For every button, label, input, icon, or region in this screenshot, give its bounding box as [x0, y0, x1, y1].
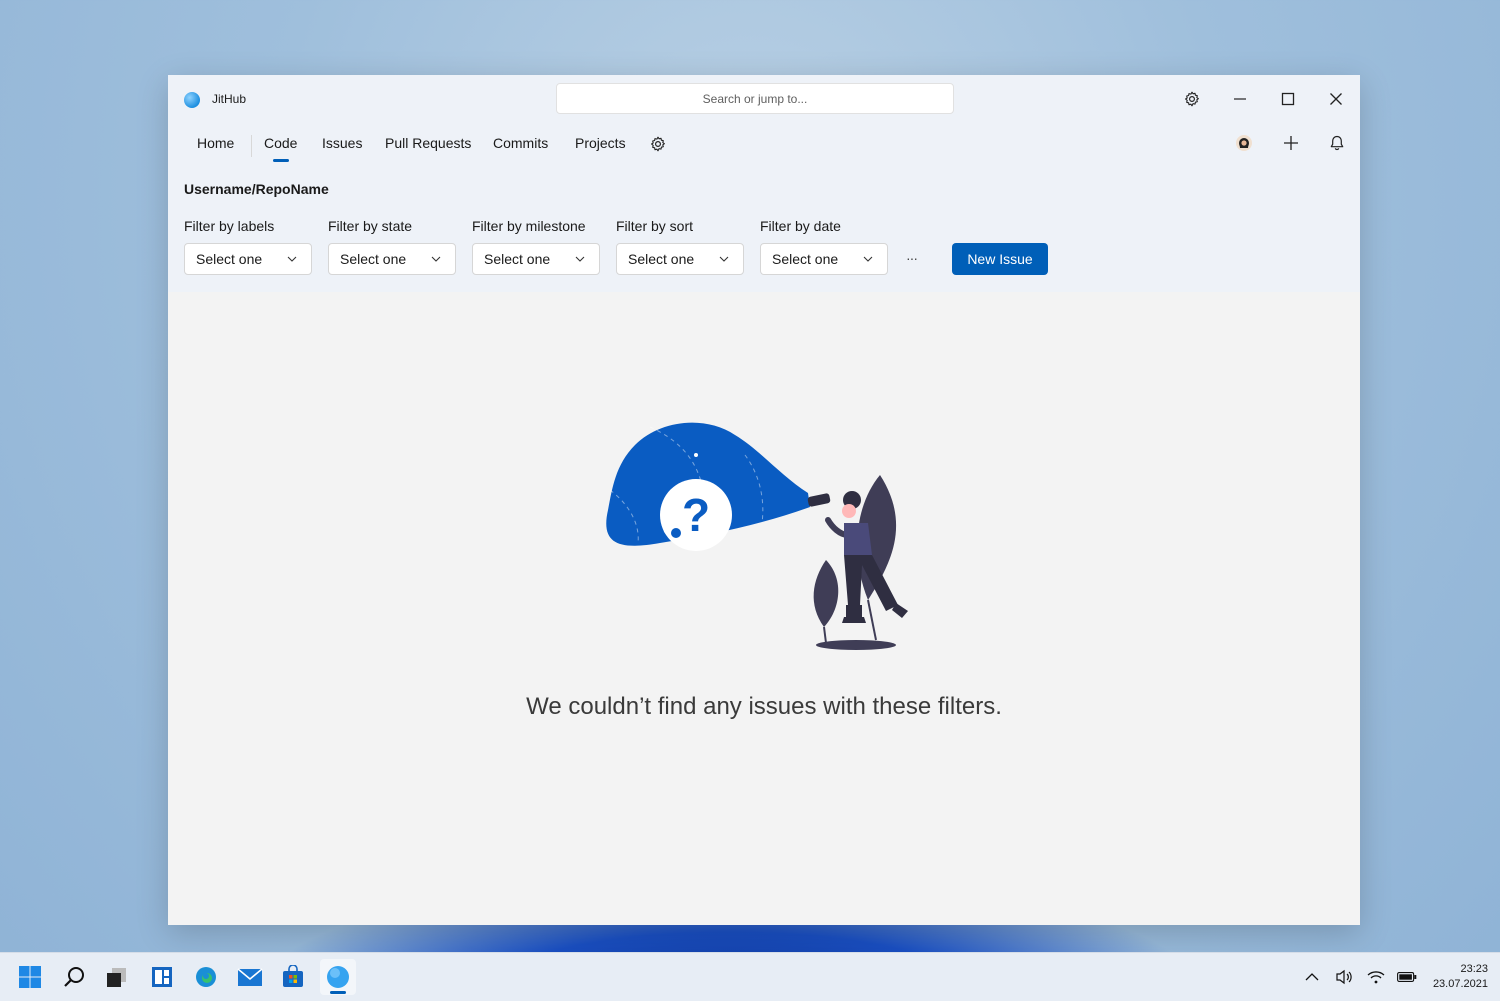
- clock[interactable]: 23:23 23.07.2021: [1433, 962, 1488, 992]
- filter-sort-label: Filter by sort: [616, 218, 694, 234]
- repo-name: Username/RepoName: [184, 181, 329, 197]
- clock-date: 23.07.2021: [1432, 978, 1488, 990]
- filter-state-dropdown[interactable]: Select one: [328, 243, 456, 275]
- filter-labels-label: Filter by labels: [184, 218, 275, 234]
- svg-text:?: ?: [682, 489, 710, 541]
- chevron-down-icon: [431, 256, 441, 262]
- settings-gear-icon[interactable]: [1180, 87, 1204, 111]
- windows-start-icon[interactable]: [14, 961, 46, 993]
- tab-issues[interactable]: Issues: [322, 131, 362, 163]
- search-input[interactable]: Search or jump to...: [556, 83, 954, 114]
- edge-icon[interactable]: [190, 961, 222, 993]
- search-icon[interactable]: [58, 961, 90, 993]
- title-bar: JitHub Search or jump to...: [168, 75, 1360, 123]
- filter-labels-dropdown[interactable]: Select one: [184, 243, 312, 275]
- filter-date-label: Filter by date: [760, 218, 841, 234]
- tab-label: Projects: [575, 135, 626, 151]
- chevron-down-icon: [863, 256, 873, 262]
- tab-commits[interactable]: Commits: [493, 131, 548, 163]
- chevron-down-icon: [287, 256, 297, 262]
- taskbar: 23:23 23.07.2021: [0, 952, 1500, 1001]
- tab-label: Home: [197, 135, 235, 151]
- tab-home[interactable]: Home: [197, 131, 234, 163]
- tab-code[interactable]: Code: [264, 131, 297, 163]
- store-icon[interactable]: [277, 961, 309, 993]
- app-title: JitHub: [212, 92, 247, 106]
- mail-icon[interactable]: [234, 961, 266, 993]
- notification-bell-icon[interactable]: [1325, 131, 1349, 155]
- tab-projects[interactable]: Projects: [575, 131, 626, 163]
- minimize-icon[interactable]: [1228, 87, 1252, 111]
- dropdown-value: Select one: [340, 251, 407, 267]
- filter-milestone-label: Filter by milestone: [472, 218, 586, 234]
- filter-milestone-dropdown[interactable]: Select one: [472, 243, 600, 275]
- clock-time: 23:23: [1460, 963, 1488, 975]
- search-placeholder: Search or jump to...: [702, 91, 808, 106]
- tab-label: Commits: [493, 135, 549, 151]
- tab-pull-requests[interactable]: Pull Requests: [385, 131, 471, 163]
- chevron-down-icon: [719, 256, 729, 262]
- filter-date-dropdown[interactable]: Select one: [760, 243, 888, 275]
- filter-sort-dropdown[interactable]: Select one: [616, 243, 744, 275]
- battery-icon[interactable]: [1393, 961, 1421, 993]
- widgets-icon[interactable]: [146, 961, 178, 993]
- nav-separator: [251, 135, 252, 157]
- jithub-icon[interactable]: [320, 959, 356, 995]
- tab-label: Issues: [322, 135, 363, 151]
- chevron-up-icon[interactable]: [1298, 961, 1326, 993]
- repo-settings-gear-icon[interactable]: [650, 135, 666, 167]
- app-logo-icon: [184, 92, 200, 108]
- add-plus-icon[interactable]: [1279, 131, 1303, 155]
- maximize-icon[interactable]: [1276, 87, 1300, 111]
- empty-state-illustration: ?: [606, 422, 908, 650]
- active-tab-indicator: [272, 159, 289, 162]
- app-window: JitHub Search or jump to... Home Code Is…: [168, 75, 1360, 925]
- active-app-indicator: [330, 991, 346, 994]
- dropdown-value: Select one: [484, 251, 551, 267]
- avatar[interactable]: [1232, 131, 1256, 155]
- tab-label: Pull Requests: [385, 135, 472, 151]
- dropdown-value: Select one: [772, 251, 839, 267]
- new-issue-button[interactable]: New Issue: [952, 243, 1048, 275]
- volume-icon[interactable]: [1330, 961, 1358, 993]
- close-icon[interactable]: [1324, 87, 1348, 111]
- chevron-down-icon: [575, 256, 585, 262]
- dropdown-value: Select one: [196, 251, 263, 267]
- wifi-icon[interactable]: [1362, 961, 1390, 993]
- task-view-icon[interactable]: [100, 961, 132, 993]
- tab-label: Code: [264, 135, 298, 151]
- empty-state-message: We couldn’t find any issues with these f…: [526, 693, 1002, 720]
- dropdown-value: Select one: [628, 251, 695, 267]
- filter-state-label: Filter by state: [328, 218, 413, 234]
- more-options-button[interactable]: ···: [906, 250, 918, 266]
